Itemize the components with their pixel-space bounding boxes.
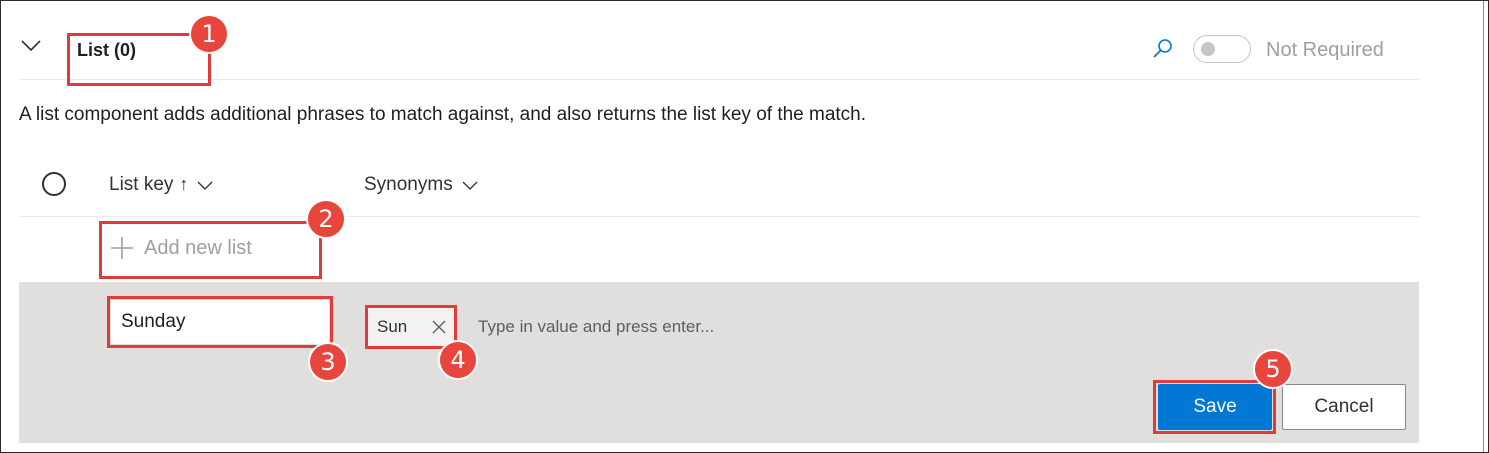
save-button[interactable]: Save xyxy=(1158,384,1272,430)
column-header-list-key-label: List key xyxy=(109,174,174,195)
header-divider xyxy=(19,79,1419,80)
annotation-badge-1: 1 xyxy=(189,14,229,54)
add-new-list-label: Add new list xyxy=(144,236,252,259)
annotation-badge-3: 3 xyxy=(308,342,348,382)
annotation-badge-5: 5 xyxy=(1253,349,1293,389)
chevron-down-icon xyxy=(197,181,213,190)
synonym-chip: Sun xyxy=(368,308,454,346)
section-description: A list component adds additional phrases… xyxy=(19,104,867,125)
cancel-button[interactable]: Cancel xyxy=(1282,384,1406,430)
column-header-synonyms[interactable]: Synonyms xyxy=(364,174,479,196)
collapse-chevron-icon[interactable] xyxy=(20,34,42,56)
list-key-input[interactable] xyxy=(111,300,329,344)
search-icon[interactable] xyxy=(1152,38,1174,60)
synonym-chip-label: Sun xyxy=(377,317,408,336)
sort-ascending-icon: ↑ xyxy=(179,174,189,194)
add-new-list-button[interactable]: Add new list xyxy=(110,236,252,260)
annotation-badge-4: 4 xyxy=(438,340,478,380)
required-toggle-label: Not Required xyxy=(1266,39,1384,61)
plus-icon xyxy=(111,237,133,259)
synonym-input[interactable] xyxy=(470,310,866,344)
close-icon[interactable] xyxy=(432,320,446,334)
select-all-checkbox[interactable] xyxy=(42,172,66,196)
scrollbar-edge xyxy=(1483,1,1484,452)
chevron-down-icon xyxy=(462,181,478,190)
annotation-badge-2: 2 xyxy=(306,199,346,239)
required-toggle[interactable] xyxy=(1193,35,1251,63)
column-header-synonyms-label: Synonyms xyxy=(364,174,453,195)
columns-divider xyxy=(19,216,1419,217)
section-title: List (0) xyxy=(77,40,137,60)
column-header-list-key[interactable]: List key ↑ xyxy=(109,174,214,196)
toggle-knob xyxy=(1201,42,1215,56)
